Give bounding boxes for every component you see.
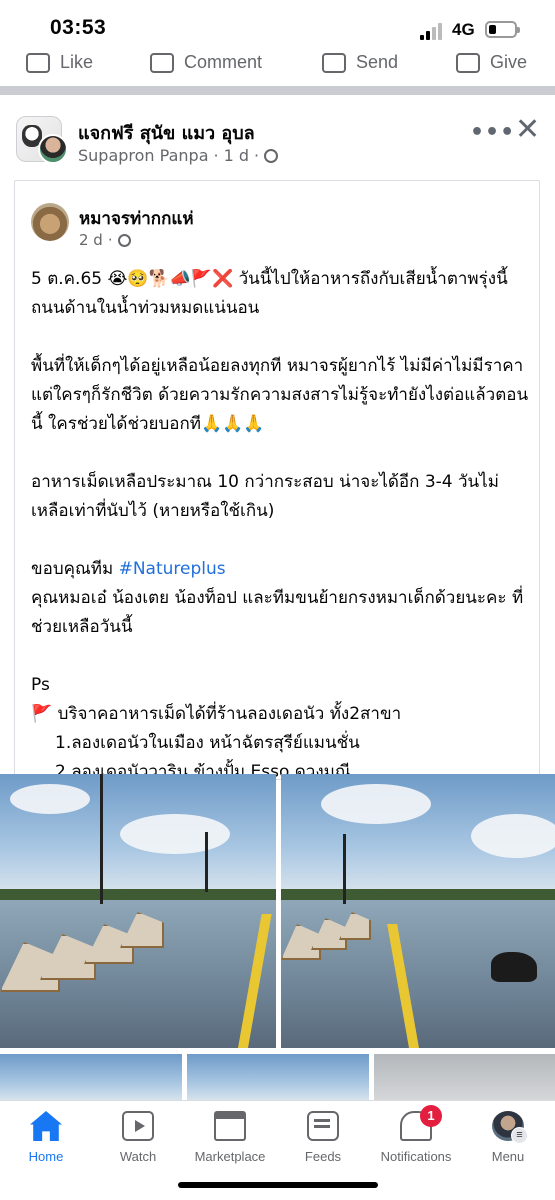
feeds-icon [307, 1111, 339, 1141]
separator-dot: · [213, 146, 219, 165]
like-button[interactable]: Like [26, 52, 93, 73]
group-name[interactable]: แจกฟรี สุนัข แมว อุบล [78, 118, 255, 147]
tab-watch[interactable]: Watch [88, 1111, 188, 1164]
close-icon[interactable]: ✕ [515, 112, 540, 147]
tab-notifications[interactable]: Notifications [366, 1111, 466, 1164]
branch-line: 1.ลองเดอนัวในเมือง หน้าฉัตรสุรีย์แมนชั่น [55, 733, 360, 753]
post-paragraph: 5 ต.ค.65 😭🥺🐕📣🚩❌ วันนี้ไปให้อาหารถึงกับเส… [31, 269, 508, 318]
marketplace-icon [214, 1111, 246, 1141]
network-type: 4G [452, 20, 475, 39]
flood-photo-thumbnail[interactable] [374, 1054, 555, 1102]
author-line: Supapron Panpa · 1 d · [78, 146, 279, 165]
page-avatar[interactable] [31, 203, 69, 241]
dog-in-photo [491, 952, 537, 982]
post-paragraph: พื้นที่ให้เด็กๆได้อยู่เหลือน้อยลงทุกที ห… [31, 356, 529, 434]
globe-icon [117, 233, 131, 247]
donate-line: 🚩 บริจาคอาหารเม็ดได้ที่ร้านลองเดอนัว ทั้… [31, 704, 402, 724]
comment-button[interactable]: Comment [150, 52, 262, 73]
status-time: 03:53 [50, 16, 107, 39]
flood-photo-thumbnail[interactable] [187, 1054, 369, 1102]
post-header: แจกฟรี สุนัข แมว อุบล Supapron Panpa · 1… [0, 104, 555, 174]
ps-label: Ps [31, 675, 50, 695]
page-name[interactable]: หมาจรท่ากกแห่ [79, 205, 194, 232]
comment-icon [150, 52, 174, 73]
flood-photo[interactable] [281, 774, 555, 1048]
tab-feeds[interactable]: Feeds [273, 1111, 373, 1164]
shared-post-meta: 2 d · [79, 231, 131, 249]
signal-icon [420, 22, 448, 40]
previous-post-actions: Like Comment Send Give [0, 44, 555, 86]
home-indicator [178, 1182, 378, 1188]
flood-photo[interactable] [0, 774, 276, 1048]
tab-home[interactable]: Home [0, 1111, 96, 1164]
more-options-icon[interactable]: ••• [470, 120, 515, 145]
post-time[interactable]: 1 d [224, 146, 249, 165]
shared-post[interactable]: หมาจรท่ากกแห่ 2 d · 5 ต.ค.65 😭🥺🐕📣🚩❌ วันน… [14, 180, 540, 780]
send-button[interactable]: Send [322, 52, 398, 73]
post-body: 5 ต.ค.65 😭🥺🐕📣🚩❌ วันนี้ไปให้อาหารถึงกับเส… [31, 265, 531, 779]
flag-icon: 🚩 [31, 704, 53, 724]
flood-photo-thumbnail[interactable] [0, 1054, 182, 1102]
tab-menu[interactable]: Menu [458, 1111, 555, 1164]
hashtag-link[interactable]: #Natureplus [119, 559, 226, 579]
thanks-line: ขอบคุณทีม #Natureplus [31, 559, 226, 579]
give-icon [456, 52, 480, 73]
profile-menu-icon [492, 1111, 528, 1144]
tab-marketplace[interactable]: Marketplace [180, 1111, 280, 1164]
author-name[interactable]: Supapron Panpa [78, 146, 209, 165]
give-button[interactable]: Give [456, 52, 527, 73]
shared-post-time[interactable]: 2 d [79, 231, 103, 249]
globe-icon [264, 148, 279, 163]
separator-dot: · [107, 231, 113, 249]
separator-dot: · [254, 146, 260, 165]
post-paragraph: อาหารเม็ดเหลือประมาณ 10 กว่ากระสอบ น่าจะ… [31, 472, 499, 521]
notification-badge: 1 [420, 1105, 442, 1127]
like-icon [26, 52, 50, 73]
home-icon [30, 1111, 62, 1141]
feed-divider [0, 86, 555, 95]
author-avatar[interactable] [38, 134, 68, 164]
battery-icon [485, 21, 520, 38]
send-icon [322, 52, 346, 73]
watch-icon [122, 1111, 154, 1141]
post-paragraph: คุณหมอเอ๋ น้องเตย น้องท็อป และทีมขนย้ายก… [31, 588, 524, 637]
